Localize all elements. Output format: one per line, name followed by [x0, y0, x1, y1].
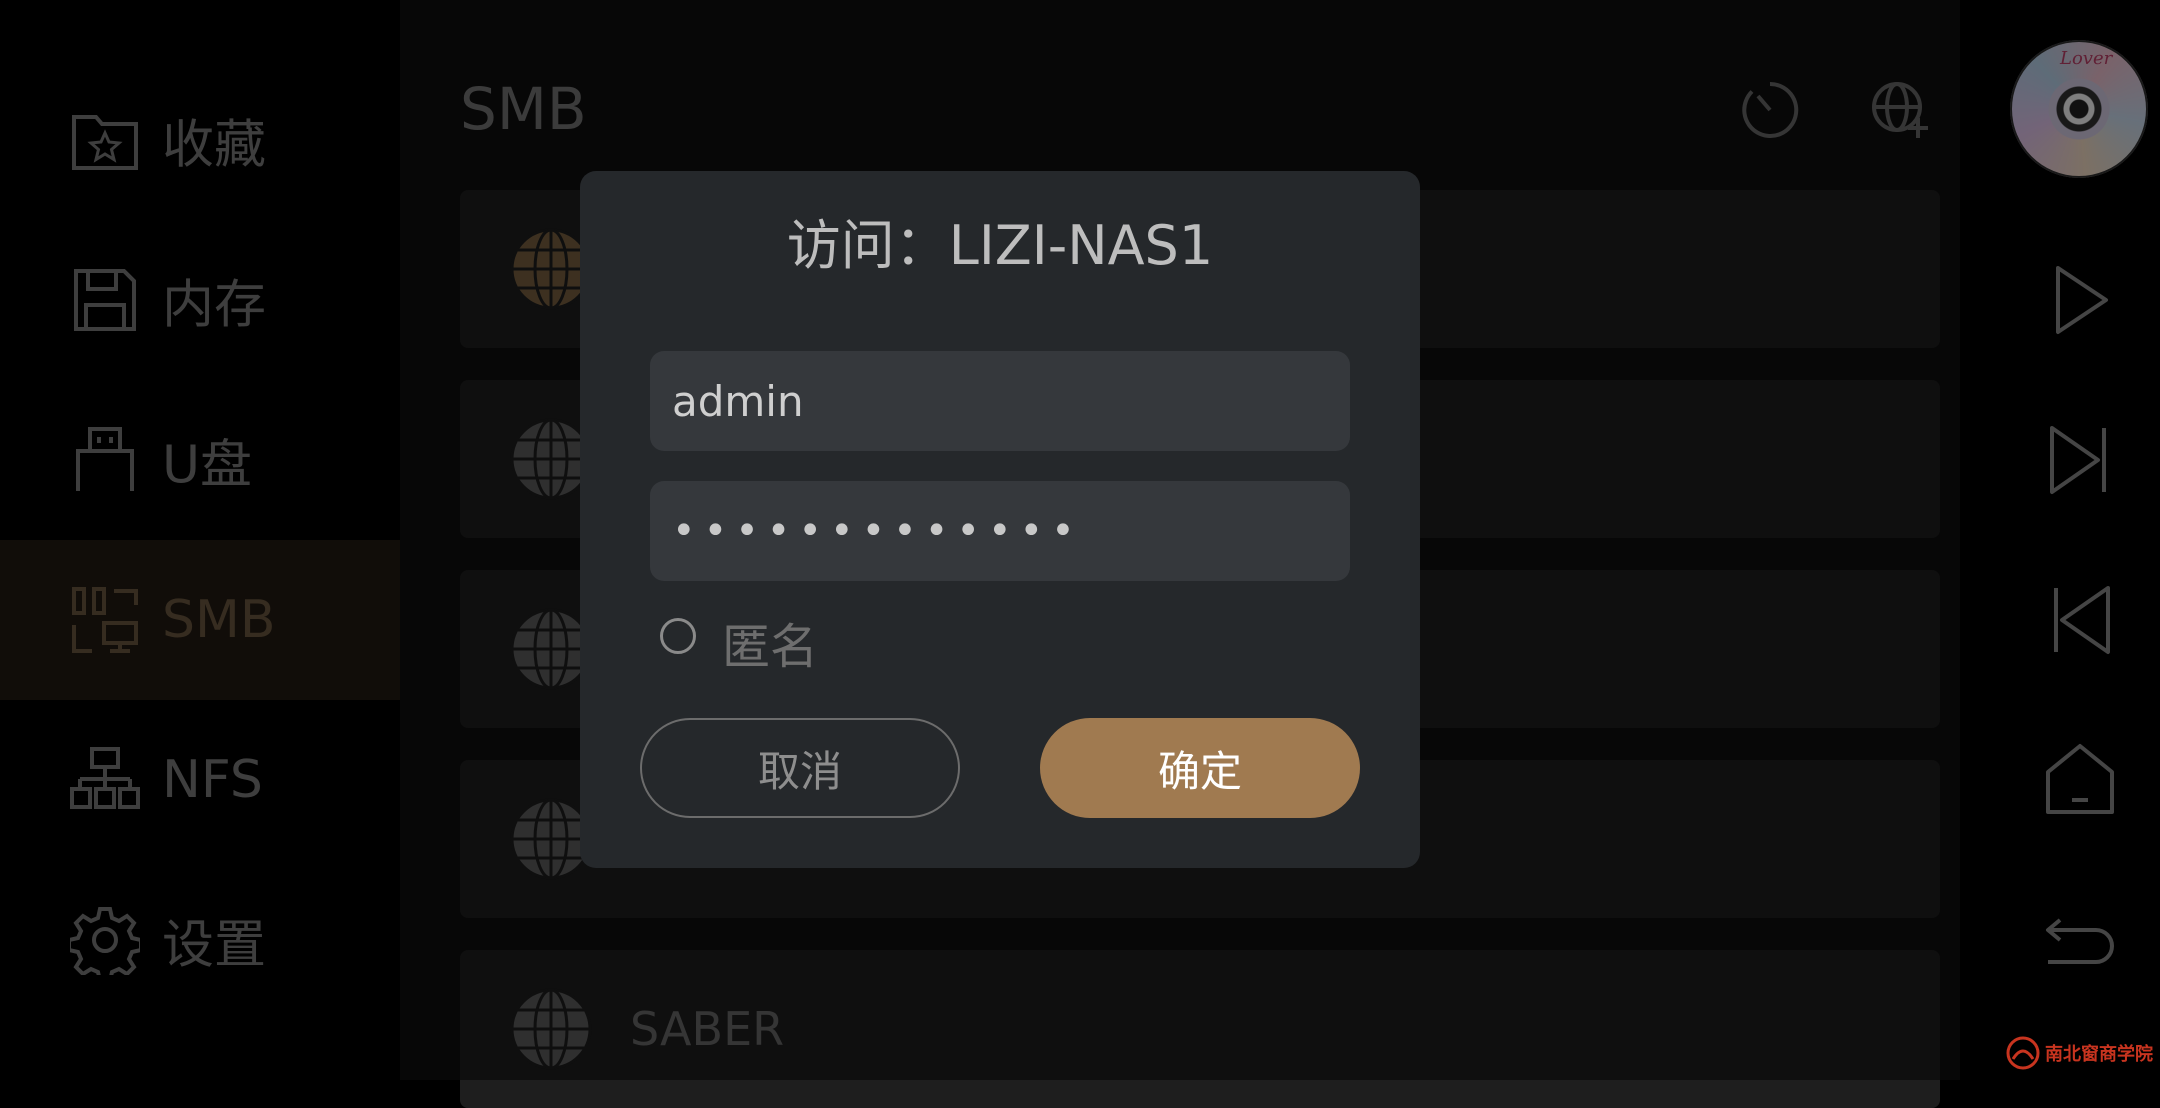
anonymous-label[interactable]: 匿名 [722, 607, 818, 677]
dialog-title: 访问：LIZI-NAS1 [786, 214, 1214, 277]
watermark-text: 南北窗商学院 [2045, 1044, 2153, 1065]
username-field-container [650, 351, 1350, 451]
cancel-button[interactable]: 取消 [640, 718, 960, 818]
username-field[interactable] [650, 351, 1350, 451]
password-dots: ••••••••••••• [672, 508, 1083, 554]
login-dialog: 访问：LIZI-NAS1 ••••••••••••• 匿名 取消 确定 [580, 171, 1420, 868]
anonymous-radio[interactable] [660, 618, 696, 654]
password-field[interactable]: ••••••••••••• [650, 481, 1350, 581]
confirm-button[interactable]: 确定 [1040, 718, 1360, 818]
